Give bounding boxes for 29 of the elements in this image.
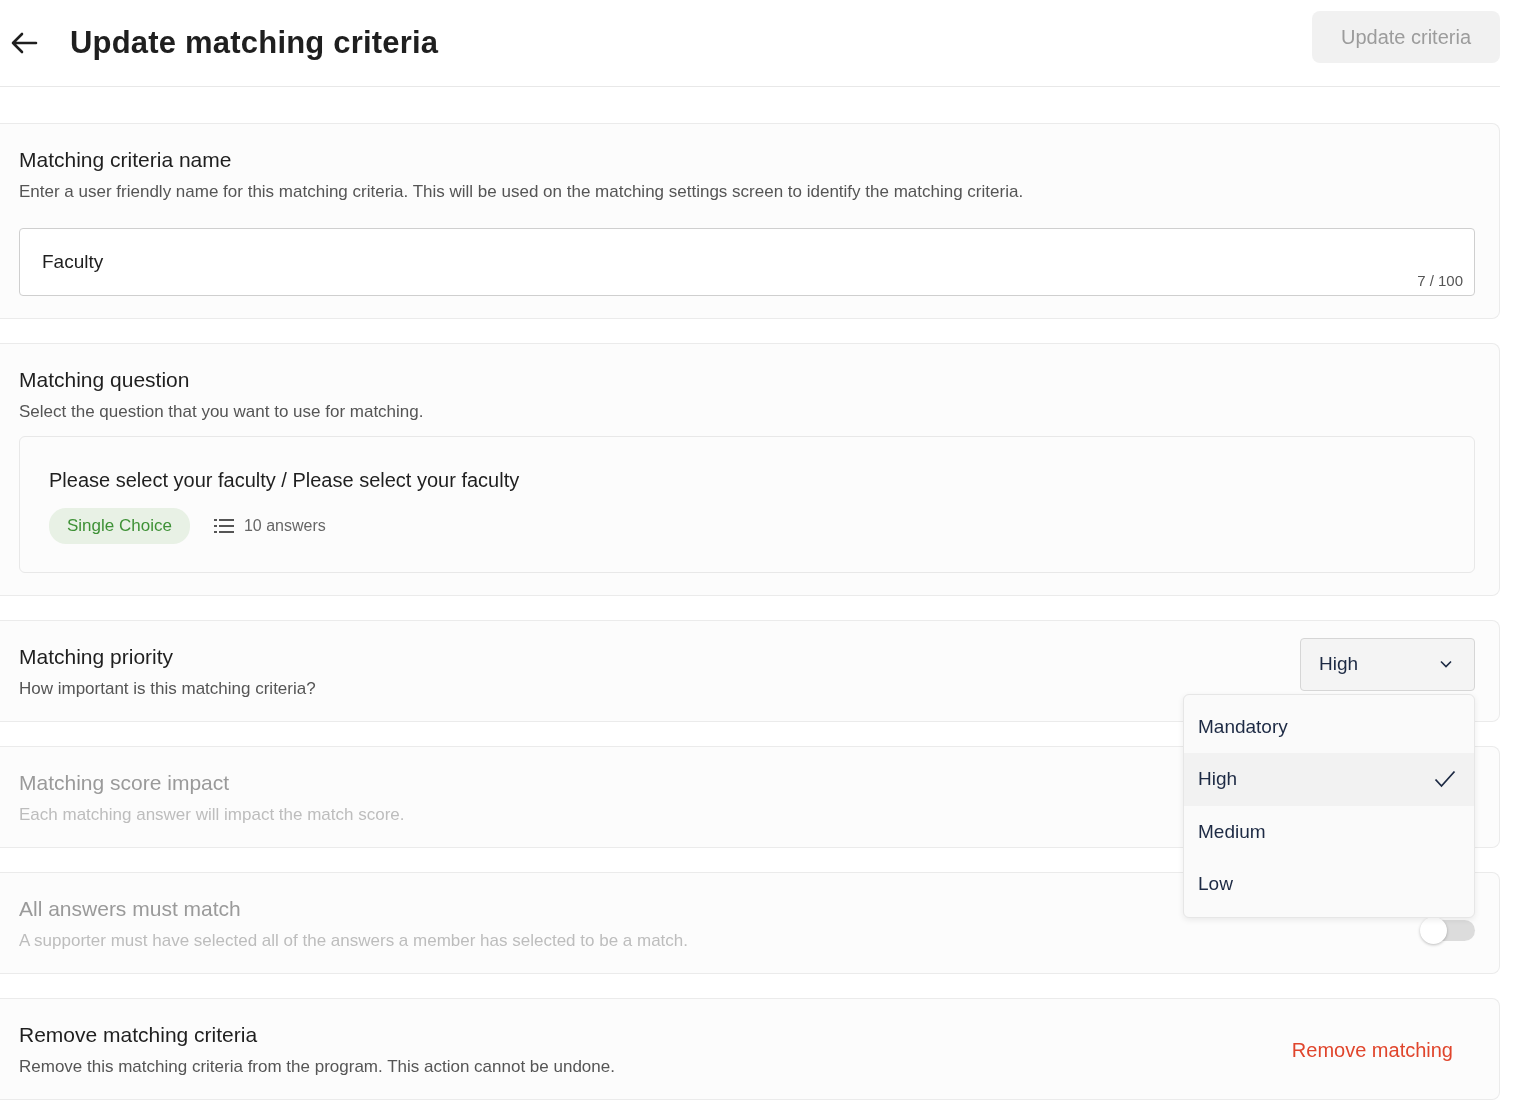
section-description: Remove this matching criteria from the program. This action cannot be undone. xyxy=(19,1057,615,1077)
checkmark-icon xyxy=(1434,770,1456,789)
section-description: Enter a user friendly name for this matching criteria. This will be used on the matching settings screen to identify the matching criteria. xyxy=(19,182,1024,202)
section-title: Matching question xyxy=(19,368,190,392)
section-description: Each matching answer will impact the match score. xyxy=(19,805,405,825)
section-title: Matching criteria name xyxy=(19,148,232,172)
section-title: Remove matching criteria xyxy=(19,1023,258,1047)
question-type-badge: Single Choice xyxy=(49,508,190,544)
question-card[interactable]: Please select your faculty / Please select your faculty Single Choice 10 answers xyxy=(19,436,1475,573)
question-text: Please select your faculty / Please select your faculty xyxy=(49,469,521,492)
section-description: How important is this matching criteria? xyxy=(19,679,316,699)
priority-option[interactable]: Mandatory xyxy=(1184,700,1474,753)
chevron-down-icon xyxy=(1440,660,1452,668)
priority-option[interactable]: High xyxy=(1184,753,1474,806)
section-description: A supporter must have selected all of the answers a member has selected to be a match. xyxy=(19,931,689,951)
back-arrow-icon[interactable] xyxy=(10,31,38,55)
section-title: Matching score impact xyxy=(19,771,230,795)
section-title: All answers must match xyxy=(19,897,241,921)
page-title: Update matching criteria xyxy=(70,25,440,61)
list-icon xyxy=(213,519,234,533)
remove-matching-link[interactable]: Remove matching xyxy=(1287,1034,1457,1066)
section-description: Select the question that you want to use for matching. xyxy=(19,402,424,422)
priority-select[interactable]: High xyxy=(1300,637,1475,691)
priority-option[interactable]: Medium xyxy=(1184,805,1474,858)
section-title: Matching priority xyxy=(19,645,174,669)
priority-option[interactable]: Low xyxy=(1184,858,1474,911)
character-counter: 7 / 100 xyxy=(1417,272,1463,289)
answer-count: 10 answers xyxy=(243,517,326,535)
name-input-field[interactable]: Faculty 7 / 100 xyxy=(19,228,1475,296)
